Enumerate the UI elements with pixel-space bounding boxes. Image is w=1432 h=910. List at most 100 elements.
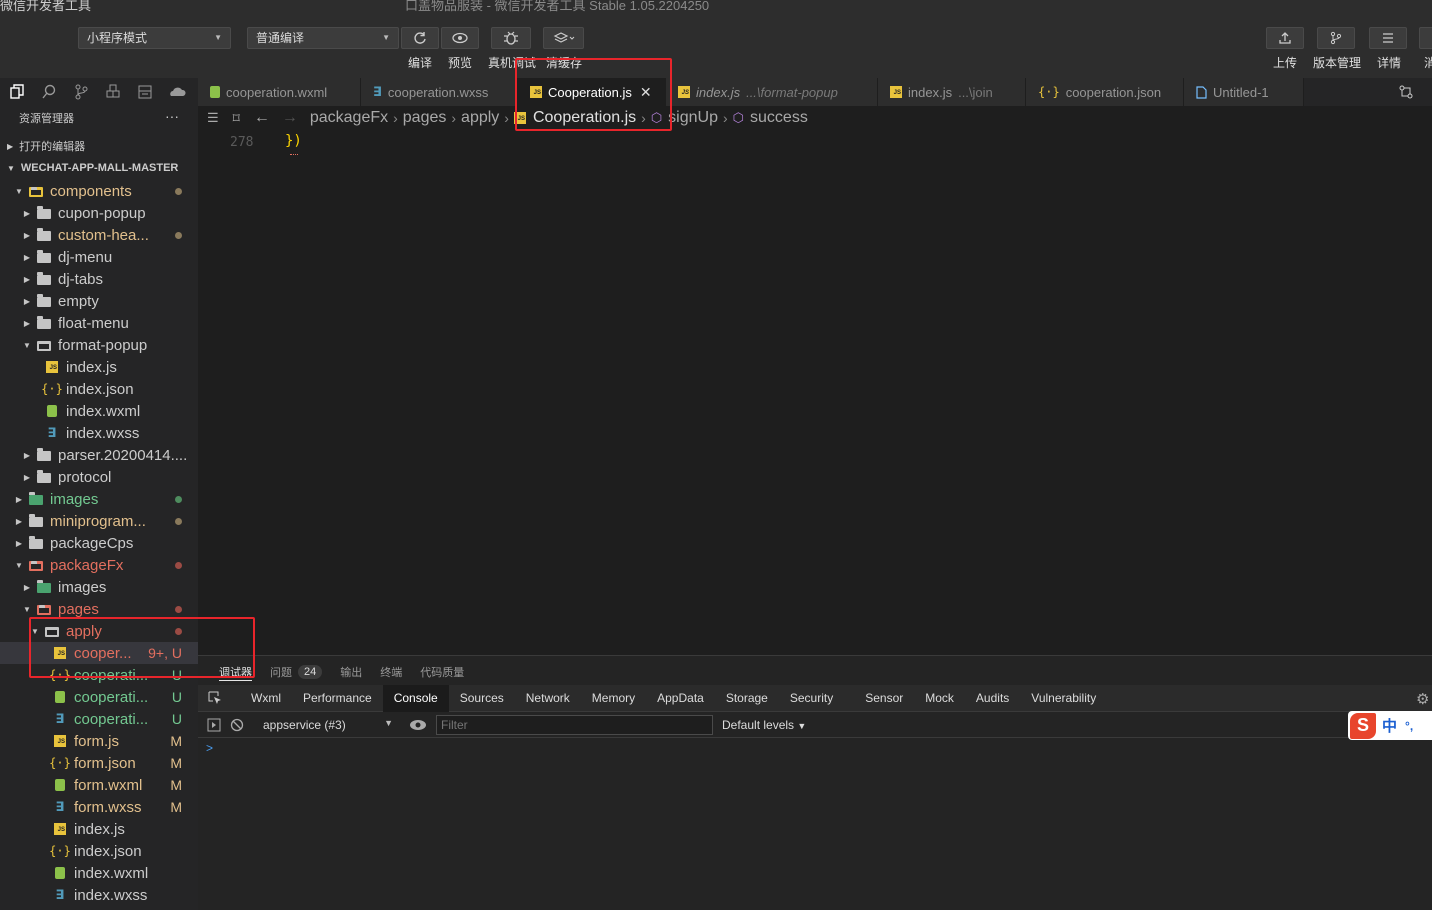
mode-select[interactable]: 小程序模式 ▼ [78,27,231,49]
devtab-audits[interactable]: Audits [965,685,1020,712]
back-icon[interactable]: ← [254,109,270,127]
breadcrumb-item[interactable]: packageFx [310,109,388,127]
storage-icon[interactable] [134,81,156,103]
tree-folder-item[interactable]: ▶ dj-menu [0,246,198,268]
tree-folder-item[interactable]: ▼ packageFx [0,554,198,576]
tree-folder-item[interactable]: ▶ images [0,576,198,598]
tab-cooperation-wxml[interactable]: cooperation.wxml [198,78,361,106]
forward-icon[interactable]: → [282,109,298,127]
tree-file-item[interactable]: JS form.js M [0,730,198,752]
tree-folder-item[interactable]: ▶ miniprogram... [0,510,198,532]
tab-cooperation-json[interactable]: {·} cooperation.json [1026,78,1184,106]
tab-output[interactable]: 输出 [340,664,362,680]
gear-icon[interactable]: ⚙ [1416,690,1429,708]
clear-console-icon[interactable] [230,718,244,732]
bookmark-icon[interactable]: ⌑ [233,110,240,127]
console-filter-input[interactable] [436,714,713,735]
inspect-element-icon[interactable] [208,691,228,705]
details-button[interactable] [1369,27,1407,49]
devtab-appdata[interactable]: AppData [646,685,715,712]
devtab-network[interactable]: Network [515,685,581,712]
preview-button[interactable] [441,27,479,49]
breadcrumb-item[interactable]: success [750,109,808,127]
tab-untitled-1[interactable]: Untitled-1 [1184,78,1304,106]
tree-folder-item[interactable]: ▶ parser.20200414.... [0,444,198,466]
open-editors-section[interactable]: ▶ 打开的编辑器 [0,135,198,157]
chevron-down-icon: ▼ [7,163,15,173]
explorer-icon[interactable] [6,81,28,103]
tree-folder-item[interactable]: ▼ components [0,180,198,202]
tree-folder-item[interactable]: ▶ float-menu [0,312,198,334]
more-icon[interactable]: ··· [165,108,179,124]
tab-index-js-format-popup[interactable]: JS index.js ...\format-popup [666,78,878,106]
version-button[interactable] [1317,27,1355,49]
context-select[interactable]: appservice (#3) ▼ [263,718,393,732]
tree-folder-item[interactable]: ▶ protocol [0,466,198,488]
cloud-icon[interactable] [166,81,188,103]
tree-file-item[interactable]: index.wxml [0,400,198,422]
status-dot [175,495,182,503]
source-control-icon[interactable] [70,81,92,103]
folder-icon [37,448,51,461]
breadcrumb-item[interactable]: pages [403,109,447,127]
tree-file-item[interactable]: ∃ cooperati... U [0,708,198,730]
devtab-wxml[interactable]: Wxml [240,685,292,712]
devtab-storage[interactable]: Storage [715,685,779,712]
tree-folder-item[interactable]: ▶ custom-hea... [0,224,198,246]
compile-button[interactable] [401,27,439,49]
devtab-sensor[interactable]: Sensor [854,685,914,712]
split-compare-icon[interactable] [1398,84,1414,105]
tab-terminal[interactable]: 终端 [380,664,402,680]
tree-folder-item[interactable]: ▶ images [0,488,198,510]
devtab-sources[interactable]: Sources [449,685,515,712]
tree-file-item[interactable]: index.wxml [0,862,198,884]
extensions-icon[interactable] [102,81,124,103]
tree-file-item[interactable]: {·} form.json M [0,752,198,774]
tree-file-item[interactable]: ∃ index.wxss [0,422,198,444]
tab-cooperation-wxss[interactable]: ∃ cooperation.wxss [361,78,518,106]
devtab-performance[interactable]: Performance [292,685,383,712]
compile-select-value: 普通编译 [256,31,305,45]
project-section[interactable]: ▼ WECHAT-APP-MALL-MASTER [0,157,198,179]
clear-cache-button[interactable] [543,27,584,49]
compile-select[interactable]: 普通编译 ▼ [247,27,399,49]
tree-folder-item[interactable]: ▶ dj-tabs [0,268,198,290]
search-icon[interactable] [38,81,60,103]
tree-file-item[interactable]: JS index.js [0,818,198,840]
tree-file-item[interactable]: form.wxml M [0,774,198,796]
debug-button[interactable] [491,27,531,49]
tab-index-js-join[interactable]: JS index.js ...\join [878,78,1026,106]
tree-file-item[interactable]: {·} index.json [0,840,198,862]
eye-icon[interactable] [409,719,427,731]
list-icon[interactable]: ☰ [207,110,219,126]
breadcrumb-item[interactable]: apply [461,109,499,127]
devtab-mock[interactable]: Mock [914,685,965,712]
devtab-vulnerability[interactable]: Vulnerability [1020,685,1107,712]
devtab-console[interactable]: Console [382,684,449,712]
tree-file-item[interactable]: ∃ index.wxss [0,884,198,906]
devtab-security[interactable]: Security [779,685,844,712]
tree-file-item[interactable]: ∃ form.wxss M [0,796,198,818]
devtab-memory[interactable]: Memory [581,685,646,712]
tab-problems[interactable]: 问题 24 [270,664,323,680]
branch-icon [1330,31,1342,45]
tab-label: cooperation.wxss [387,84,489,100]
breadcrumb-item[interactable]: signUp [668,109,718,127]
tree-folder-item[interactable]: ▶ cupon-popup [0,202,198,224]
console-output[interactable] [198,738,1432,910]
upload-button[interactable] [1266,27,1304,49]
log-levels-select[interactable]: Default levels ▼ [722,718,806,732]
tree-file-item[interactable]: cooperati... U [0,686,198,708]
tree-folder-item[interactable]: ▼ format-popup [0,334,198,356]
tree-file-item[interactable]: JS index.js [0,356,198,378]
tree-file-item[interactable]: {·} index.json [0,378,198,400]
sidebar-toggle-icon[interactable] [207,718,221,732]
tree-folder-item[interactable]: ▶ empty [0,290,198,312]
cut-button[interactable] [1419,27,1432,49]
code-line[interactable]: }) [285,133,302,149]
ime-indicator[interactable]: S 中 °, [1348,711,1432,740]
tab-code-quality[interactable]: 代码质量 [420,664,464,680]
wxml-file-icon [55,691,65,703]
tree-folder-item[interactable]: ▶ packageCps [0,532,198,554]
code-editor[interactable] [198,130,1432,655]
